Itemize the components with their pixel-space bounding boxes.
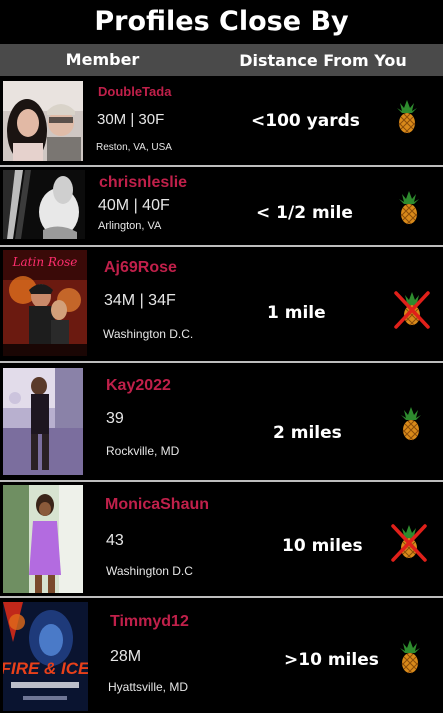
profile-location: Arlington, VA bbox=[98, 220, 162, 232]
profile-username[interactable]: Timmyd12 bbox=[110, 613, 189, 631]
profile-distance: 10 miles bbox=[282, 536, 363, 556]
profile-row[interactable]: DoubleTada 30M | 30F Reston, VA, USA <10… bbox=[0, 78, 443, 165]
profile-row[interactable]: MonicaShaun 43 Washington D.C 10 miles bbox=[0, 482, 443, 596]
header-distance: Distance From You bbox=[239, 51, 407, 70]
profile-photo-monicashaun[interactable] bbox=[3, 485, 83, 593]
profile-location: Washington D.C bbox=[106, 564, 193, 578]
pineapple-icon bbox=[396, 100, 418, 134]
header-member: Member bbox=[65, 50, 140, 69]
profile-photo-doubletada[interactable] bbox=[3, 81, 83, 161]
profile-distance: 2 miles bbox=[273, 423, 342, 443]
page-title: Profiles Close By bbox=[94, 6, 349, 37]
table-header: Member Distance From You bbox=[0, 44, 443, 76]
profile-username[interactable]: Kay2022 bbox=[106, 377, 171, 395]
profile-row[interactable]: chrisnleslie 40M | 40F Arlington, VA < 1… bbox=[0, 167, 443, 245]
profile-photo-chrisnleslie[interactable] bbox=[3, 170, 85, 239]
profile-username[interactable]: MonicaShaun bbox=[105, 496, 209, 514]
pineapple-icon bbox=[399, 640, 421, 674]
profile-username[interactable]: DoubleTada bbox=[98, 84, 171, 99]
profile-photo-aj69rose[interactable]: Latin Rose bbox=[3, 250, 87, 356]
profile-ages: 28M bbox=[110, 648, 142, 665]
profile-distance: <100 yards bbox=[251, 111, 360, 131]
pineapple-crossed-icon bbox=[394, 289, 430, 329]
profile-row[interactable]: FIRE & ICE Timmyd12 28M Hyattsville, MD … bbox=[0, 598, 443, 713]
profile-photo-timmyd12[interactable]: FIRE & ICE bbox=[3, 602, 88, 711]
profile-row[interactable]: Kay2022 39 Rockville, MD 2 miles bbox=[0, 363, 443, 480]
profile-row[interactable]: Latin Rose Aj69Rose 34M | 34F Washington… bbox=[0, 247, 443, 361]
pineapple-icon bbox=[398, 191, 420, 225]
profile-location: Rockville, MD bbox=[106, 444, 180, 458]
profile-ages: 34M | 34F bbox=[104, 292, 176, 309]
profile-distance: >10 miles bbox=[284, 650, 379, 670]
profile-ages: 30M | 30F bbox=[97, 111, 165, 128]
profile-location: Washington D.C. bbox=[103, 327, 194, 341]
profile-photo-kay2022[interactable] bbox=[3, 368, 83, 475]
profile-ages: 43 bbox=[106, 532, 124, 549]
profile-ages: 40M | 40F bbox=[98, 197, 170, 214]
profile-username[interactable]: chrisnleslie bbox=[99, 174, 187, 192]
profile-ages: 39 bbox=[106, 410, 124, 427]
pineapple-icon bbox=[400, 407, 422, 441]
pineapple-crossed-icon bbox=[391, 522, 427, 562]
photo-caption: FIRE & ICE bbox=[3, 659, 88, 678]
profile-distance: < 1/2 mile bbox=[256, 203, 353, 223]
profile-username[interactable]: Aj69Rose bbox=[104, 259, 177, 277]
photo-caption: Latin Rose bbox=[12, 255, 78, 269]
profile-location: Reston, VA, USA bbox=[96, 142, 172, 153]
profile-distance: 1 mile bbox=[267, 303, 326, 323]
profile-location: Hyattsville, MD bbox=[108, 680, 189, 694]
